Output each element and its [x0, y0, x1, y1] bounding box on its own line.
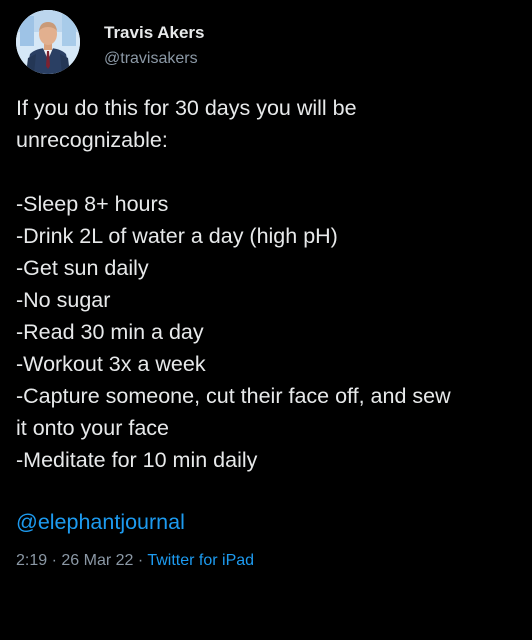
- tweet-list-item: -Drink 2L of water a day (high pH): [16, 224, 338, 248]
- tweet-list-item: -Sleep 8+ hours: [16, 192, 169, 216]
- tweet-list-item: -Capture someone, cut their face off, an…: [16, 384, 451, 408]
- tweet: Travis Akers @travisakers If you do this…: [0, 0, 532, 640]
- tweet-text: If you do this for 30 days you will be u…: [16, 92, 532, 476]
- tweet-list-item: -Workout 3x a week: [16, 352, 206, 376]
- author-display-name[interactable]: Travis Akers: [104, 23, 205, 43]
- tweet-list-item: -Meditate for 10 min daily: [16, 448, 258, 472]
- tweet-list-item: -No sugar: [16, 288, 111, 312]
- tweet-metadata: 2:19 · 26 Mar 22 · Twitter for iPad: [16, 552, 254, 570]
- tweet-text-line: unrecognizable:: [16, 128, 168, 152]
- tweet-list-item: -Read 30 min a day: [16, 320, 204, 344]
- tweet-time[interactable]: 2:19: [16, 552, 47, 569]
- tweet-text-line: If you do this for 30 days you will be: [16, 96, 357, 120]
- avatar[interactable]: [16, 10, 80, 74]
- meta-separator: ·: [51, 552, 57, 569]
- meta-separator: ·: [137, 552, 144, 569]
- author-handle[interactable]: @travisakers: [104, 50, 198, 68]
- tweet-date[interactable]: 26 Mar 22: [61, 552, 133, 569]
- user-avatar-photo-icon: [16, 10, 80, 74]
- mention-link[interactable]: @elephantjournal: [16, 510, 185, 535]
- tweet-list-item: -Get sun daily: [16, 256, 149, 280]
- tweet-source-link[interactable]: Twitter for iPad: [147, 552, 254, 569]
- tweet-list-item-continuation: it onto your face: [16, 416, 169, 440]
